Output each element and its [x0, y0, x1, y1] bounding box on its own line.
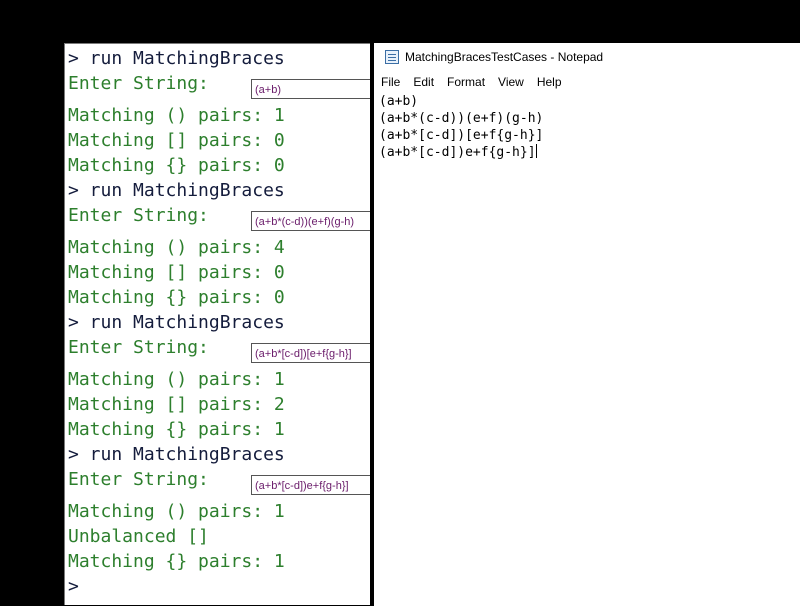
console-command-line: > run MatchingBraces — [68, 178, 285, 203]
notepad-title-bar[interactable]: MatchingBracesTestCases - Notepad — [374, 43, 800, 71]
console-command-line: > run MatchingBraces — [68, 442, 285, 467]
console-output-line: Matching () pairs: 1 — [68, 103, 285, 128]
console-input-box[interactable]: (a+b*[c-d])[e+f{g-h}] — [251, 343, 371, 363]
console-input-box[interactable]: (a+b*[c-d])e+f{g-h}] — [251, 475, 371, 495]
console-prompt-line: Enter String: — [68, 335, 209, 360]
console-input-box[interactable]: (a+b*(c-d))(e+f)(g-h) — [251, 211, 371, 231]
console-output-line: Matching () pairs: 1 — [68, 499, 285, 524]
notepad-text-area[interactable]: (a+b) (a+b*(c-d))(e+f)(g-h) (a+b*[c-d])[… — [379, 93, 543, 161]
text-line: (a+b*[c-d])[e+f{g-h}] — [379, 127, 543, 144]
text-line-last: (a+b*[c-d])e+f{g-h}] — [379, 144, 543, 161]
menu-format[interactable]: Format — [447, 75, 485, 89]
console-output-line: Matching [] pairs: 0 — [68, 260, 285, 285]
console-prompt-line: Enter String: — [68, 71, 209, 96]
menu-help[interactable]: Help — [537, 75, 562, 89]
console-output-line: Matching {} pairs: 1 — [68, 549, 285, 574]
console-output-line: Matching () pairs: 1 — [68, 367, 285, 392]
console-input-box[interactable]: (a+b) — [251, 79, 371, 99]
notepad-window[interactable]: MatchingBracesTestCases - Notepad File E… — [374, 43, 800, 606]
notepad-icon — [385, 50, 399, 64]
console-output-line: Matching () pairs: 4 — [68, 235, 285, 260]
console-output-line: Unbalanced [] — [68, 524, 209, 549]
menu-edit[interactable]: Edit — [413, 75, 434, 89]
console-output-line: Matching {} pairs: 0 — [68, 285, 285, 310]
menu-bar: File Edit Format View Help — [374, 72, 575, 92]
text-caret — [536, 144, 537, 158]
console-window[interactable]: > run MatchingBraces Enter String: (a+b)… — [64, 43, 371, 605]
console-output-line: Matching {} pairs: 0 — [68, 153, 285, 178]
console-output-line: Matching [] pairs: 2 — [68, 392, 285, 417]
console-command-line: > run MatchingBraces — [68, 310, 285, 335]
console-output-line: Matching [] pairs: 0 — [68, 128, 285, 153]
console-output-line: Matching {} pairs: 1 — [68, 417, 285, 442]
console-prompt-line: Enter String: — [68, 467, 209, 492]
text-line: (a+b*(c-d))(e+f)(g-h) — [379, 110, 543, 127]
text-line: (a+b) — [379, 93, 543, 110]
console-prompt-line: Enter String: — [68, 203, 209, 228]
menu-view[interactable]: View — [498, 75, 524, 89]
console-prompt-caret: > — [68, 574, 79, 599]
menu-file[interactable]: File — [381, 75, 400, 89]
text-line-content: (a+b*[c-d])e+f{g-h}] — [379, 145, 536, 160]
console-command-line: > run MatchingBraces — [68, 46, 285, 71]
window-title: MatchingBracesTestCases - Notepad — [405, 50, 603, 64]
